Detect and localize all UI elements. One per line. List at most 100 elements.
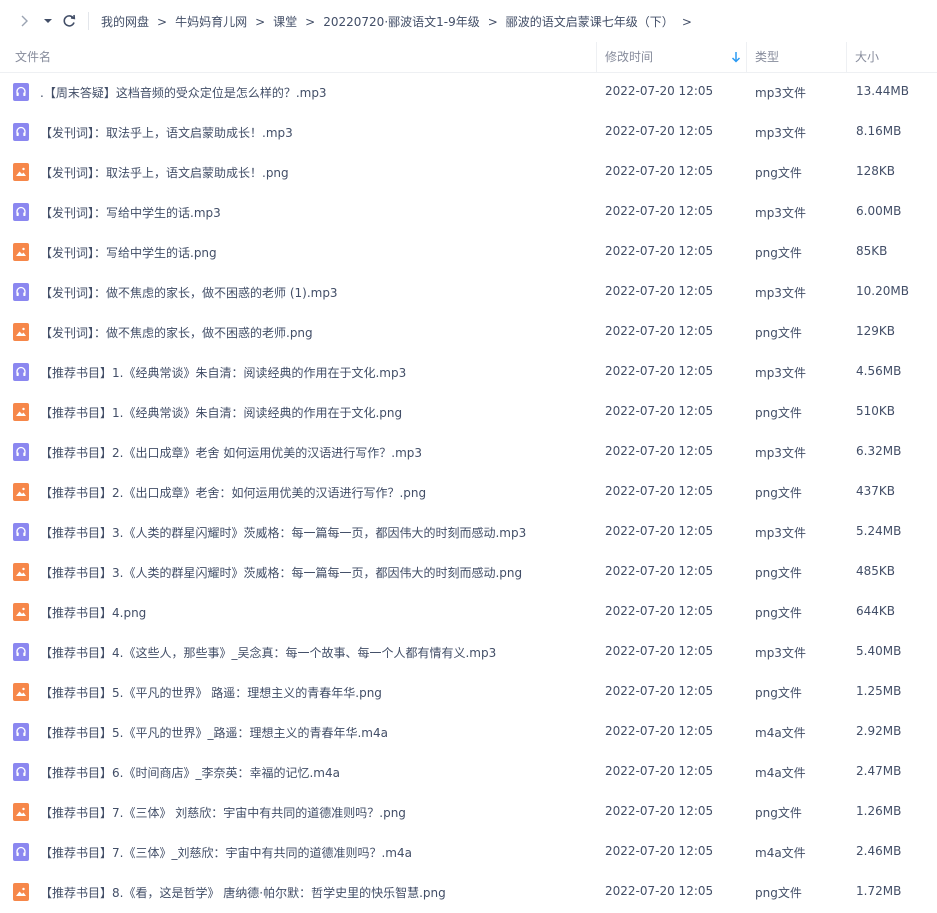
file-type: mp3文件 [755, 126, 806, 140]
file-list: .【周末答疑】这档音频的受众定位是怎么样的？.mp3 2022-07-20 12:… [0, 73, 937, 913]
file-name[interactable]: 【推荐书目】7.《三体》_刘慈欣：宇宙中有共同的道德准则吗？.m4a [40, 844, 412, 861]
breadcrumb-item[interactable]: 牛妈妈育儿网 [175, 13, 247, 30]
file-name[interactable]: 【发刊词】：取法乎上，语文启蒙助成长！.png [40, 164, 289, 181]
file-row[interactable]: 【推荐书目】7.《三体》_刘慈欣：宇宙中有共同的道德准则吗？.m4a 2022-0… [0, 833, 937, 873]
toolbar: 我的网盘 > 牛妈妈育儿网 > 课堂 > 20220720·郦波语文1-9年级 … [0, 0, 937, 42]
file-name[interactable]: 【推荐书目】1.《经典常谈》朱自清：阅读经典的作用在于文化.mp3 [40, 364, 406, 381]
file-type: mp3文件 [755, 86, 806, 100]
file-row[interactable]: 【推荐书目】7.《三体》 刘慈欣：宇宙中有共同的道德准则吗？.png 2022-0… [0, 793, 937, 833]
file-row[interactable]: 【推荐书目】3.《人类的群星闪耀时》茨威格：每一篇每一页，都因伟大的时刻而感动.… [0, 553, 937, 593]
forward-icon[interactable] [16, 13, 32, 29]
file-row[interactable]: 【推荐书目】6.《时间商店》_李奈英：幸福的记忆.m4a 2022-07-20 1… [0, 753, 937, 793]
file-row[interactable]: 【推荐书目】4.《这些人，那些事》_吴念真：每一个故事、每一个人都有情有义.mp… [0, 633, 937, 673]
file-row[interactable]: 【发刊词】：取法乎上，语文启蒙助成长！.png 2022-07-20 12:05 p… [0, 153, 937, 193]
file-type: png文件 [755, 686, 802, 700]
file-modified-time: 2022-07-20 12:05 [605, 364, 714, 378]
file-row[interactable]: 【发刊词】：做不焦虑的家长，做不困惑的老师.png 2022-07-20 12:0… [0, 313, 937, 353]
file-name[interactable]: .【周末答疑】这档音频的受众定位是怎么样的？.mp3 [40, 84, 327, 101]
file-row[interactable]: 【推荐书目】1.《经典常谈》朱自清：阅读经典的作用在于文化.png 2022-07… [0, 393, 937, 433]
image-file-icon [13, 323, 29, 341]
file-row[interactable]: 【发刊词】：取法乎上，语文启蒙助成长！.mp3 2022-07-20 12:05 m… [0, 113, 937, 153]
file-row[interactable]: 【推荐书目】5.《平凡的世界》_路遥：理想主义的青春年华.m4a 2022-07-… [0, 713, 937, 753]
file-size: 5.24MB [856, 524, 902, 538]
column-header: 文件名 修改时间 类型 大小 [0, 42, 937, 73]
file-name[interactable]: 【推荐书目】3.《人类的群星闪耀时》茨威格：每一篇每一页，都因伟大的时刻而感动.… [40, 524, 526, 541]
breadcrumb-separator-icon: > [305, 14, 316, 29]
caret-down-icon[interactable] [42, 13, 54, 29]
file-modified-time: 2022-07-20 12:05 [605, 164, 714, 178]
file-modified-time: 2022-07-20 12:05 [605, 684, 714, 698]
refresh-icon[interactable] [61, 12, 77, 30]
column-modified-header[interactable]: 修改时间 [605, 42, 653, 72]
audio-file-icon [13, 723, 29, 741]
file-name[interactable]: 【推荐书目】2.《出口成章》老舍：如何运用优美的汉语进行写作？.png [40, 484, 426, 501]
audio-file-icon [13, 83, 29, 101]
file-row[interactable]: 【推荐书目】4.png 2022-07-20 12:05 png文件 644KB [0, 593, 937, 633]
file-name[interactable]: 【推荐书目】6.《时间商店》_李奈英：幸福的记忆.m4a [40, 764, 340, 781]
file-row[interactable]: 【推荐书目】5.《平凡的世界》 路遥：理想主义的青春年华.png 2022-07-… [0, 673, 937, 713]
file-type: png文件 [755, 806, 802, 820]
file-size: 10.20MB [856, 284, 909, 298]
file-name[interactable]: 【发刊词】：做不焦虑的家长，做不困惑的老师 (1).mp3 [40, 284, 338, 301]
file-name[interactable]: 【推荐书目】2.《出口成章》老舍 如何运用优美的汉语进行写作？.mp3 [40, 444, 422, 461]
file-size: 510KB [856, 404, 896, 418]
file-name[interactable]: 【推荐书目】4.png [40, 604, 146, 621]
column-name-header[interactable]: 文件名 [15, 42, 51, 72]
file-row[interactable]: 【推荐书目】1.《经典常谈》朱自清：阅读经典的作用在于文化.mp3 2022-07… [0, 353, 937, 393]
file-name[interactable]: 【发刊词】：取法乎上，语文启蒙助成长！.mp3 [40, 124, 293, 141]
column-type-header[interactable]: 类型 [755, 42, 779, 72]
file-row[interactable]: 【发刊词】：写给中学生的话.png 2022-07-20 12:05 png文件 85… [0, 233, 937, 273]
toolbar-divider [88, 12, 89, 30]
file-size: 2.47MB [856, 764, 902, 778]
audio-file-icon [13, 643, 29, 661]
file-name[interactable]: 【发刊词】：写给中学生的话.mp3 [40, 204, 221, 221]
file-modified-time: 2022-07-20 12:05 [605, 764, 714, 778]
file-row[interactable]: 【推荐书目】2.《出口成章》老舍 如何运用优美的汉语进行写作？.mp3 2022-… [0, 433, 937, 473]
breadcrumb-item[interactable]: 20220720·郦波语文1-9年级 [323, 13, 480, 30]
breadcrumb-item-current[interactable]: 郦波的语文启蒙课七年级（下） [506, 13, 674, 30]
file-modified-time: 2022-07-20 12:05 [605, 404, 714, 418]
file-name[interactable]: 【推荐书目】4.《这些人，那些事》_吴念真：每一个故事、每一个人都有情有义.mp… [40, 644, 496, 661]
column-divider[interactable] [596, 42, 597, 72]
file-name[interactable]: 【推荐书目】3.《人类的群星闪耀时》茨威格：每一篇每一页，都因伟大的时刻而感动.… [40, 564, 522, 581]
breadcrumb-item[interactable]: 我的网盘 [101, 13, 149, 30]
file-name[interactable]: 【推荐书目】5.《平凡的世界》_路遥：理想主义的青春年华.m4a [40, 724, 388, 741]
column-size-header[interactable]: 大小 [855, 42, 879, 72]
file-row[interactable]: 【发刊词】：做不焦虑的家长，做不困惑的老师 (1).mp3 2022-07-20 … [0, 273, 937, 313]
sort-down-arrow-icon[interactable] [731, 51, 741, 63]
file-type: png文件 [755, 166, 802, 180]
file-size: 2.46MB [856, 844, 902, 858]
file-type: m4a文件 [755, 726, 806, 740]
file-size: 8.16MB [856, 124, 902, 138]
file-type: png文件 [755, 246, 802, 260]
file-name[interactable]: 【发刊词】：做不焦虑的家长，做不困惑的老师.png [40, 324, 313, 341]
file-size: 6.00MB [856, 204, 902, 218]
file-size: 485KB [856, 564, 896, 578]
file-name[interactable]: 【推荐书目】5.《平凡的世界》 路遥：理想主义的青春年华.png [40, 684, 382, 701]
file-size: 5.40MB [856, 644, 902, 658]
column-divider[interactable] [846, 42, 847, 72]
image-file-icon [13, 803, 29, 821]
file-modified-time: 2022-07-20 12:05 [605, 84, 714, 98]
file-row[interactable]: 【推荐书目】2.《出口成章》老舍：如何运用优美的汉语进行写作？.png 2022-… [0, 473, 937, 513]
file-name[interactable]: 【推荐书目】8.《看，这是哲学》 唐纳德·帕尔默：哲学史里的快乐智慧.png [40, 884, 446, 901]
audio-file-icon [13, 843, 29, 861]
column-divider[interactable] [746, 42, 747, 72]
file-modified-time: 2022-07-20 12:05 [605, 204, 714, 218]
file-modified-time: 2022-07-20 12:05 [605, 564, 714, 578]
breadcrumb-item[interactable]: 课堂 [273, 13, 297, 30]
file-row[interactable]: 【推荐书目】3.《人类的群星闪耀时》茨威格：每一篇每一页，都因伟大的时刻而感动.… [0, 513, 937, 553]
file-row[interactable]: .【周末答疑】这档音频的受众定位是怎么样的？.mp3 2022-07-20 12:… [0, 73, 937, 113]
file-name[interactable]: 【推荐书目】7.《三体》 刘慈欣：宇宙中有共同的道德准则吗？.png [40, 804, 406, 821]
file-name[interactable]: 【发刊词】：写给中学生的话.png [40, 244, 217, 261]
file-modified-time: 2022-07-20 12:05 [605, 724, 714, 738]
file-modified-time: 2022-07-20 12:05 [605, 324, 714, 338]
breadcrumb: 我的网盘 > 牛妈妈育儿网 > 课堂 > 20220720·郦波语文1-9年级 … [101, 13, 700, 30]
file-row[interactable]: 【推荐书目】8.《看，这是哲学》 唐纳德·帕尔默：哲学史里的快乐智慧.png 20… [0, 873, 937, 913]
file-type: png文件 [755, 886, 802, 900]
file-size: 4.56MB [856, 364, 902, 378]
file-size: 2.92MB [856, 724, 902, 738]
file-name[interactable]: 【推荐书目】1.《经典常谈》朱自清：阅读经典的作用在于文化.png [40, 404, 402, 421]
file-modified-time: 2022-07-20 12:05 [605, 524, 714, 538]
file-row[interactable]: 【发刊词】：写给中学生的话.mp3 2022-07-20 12:05 mp3文件 6.… [0, 193, 937, 233]
